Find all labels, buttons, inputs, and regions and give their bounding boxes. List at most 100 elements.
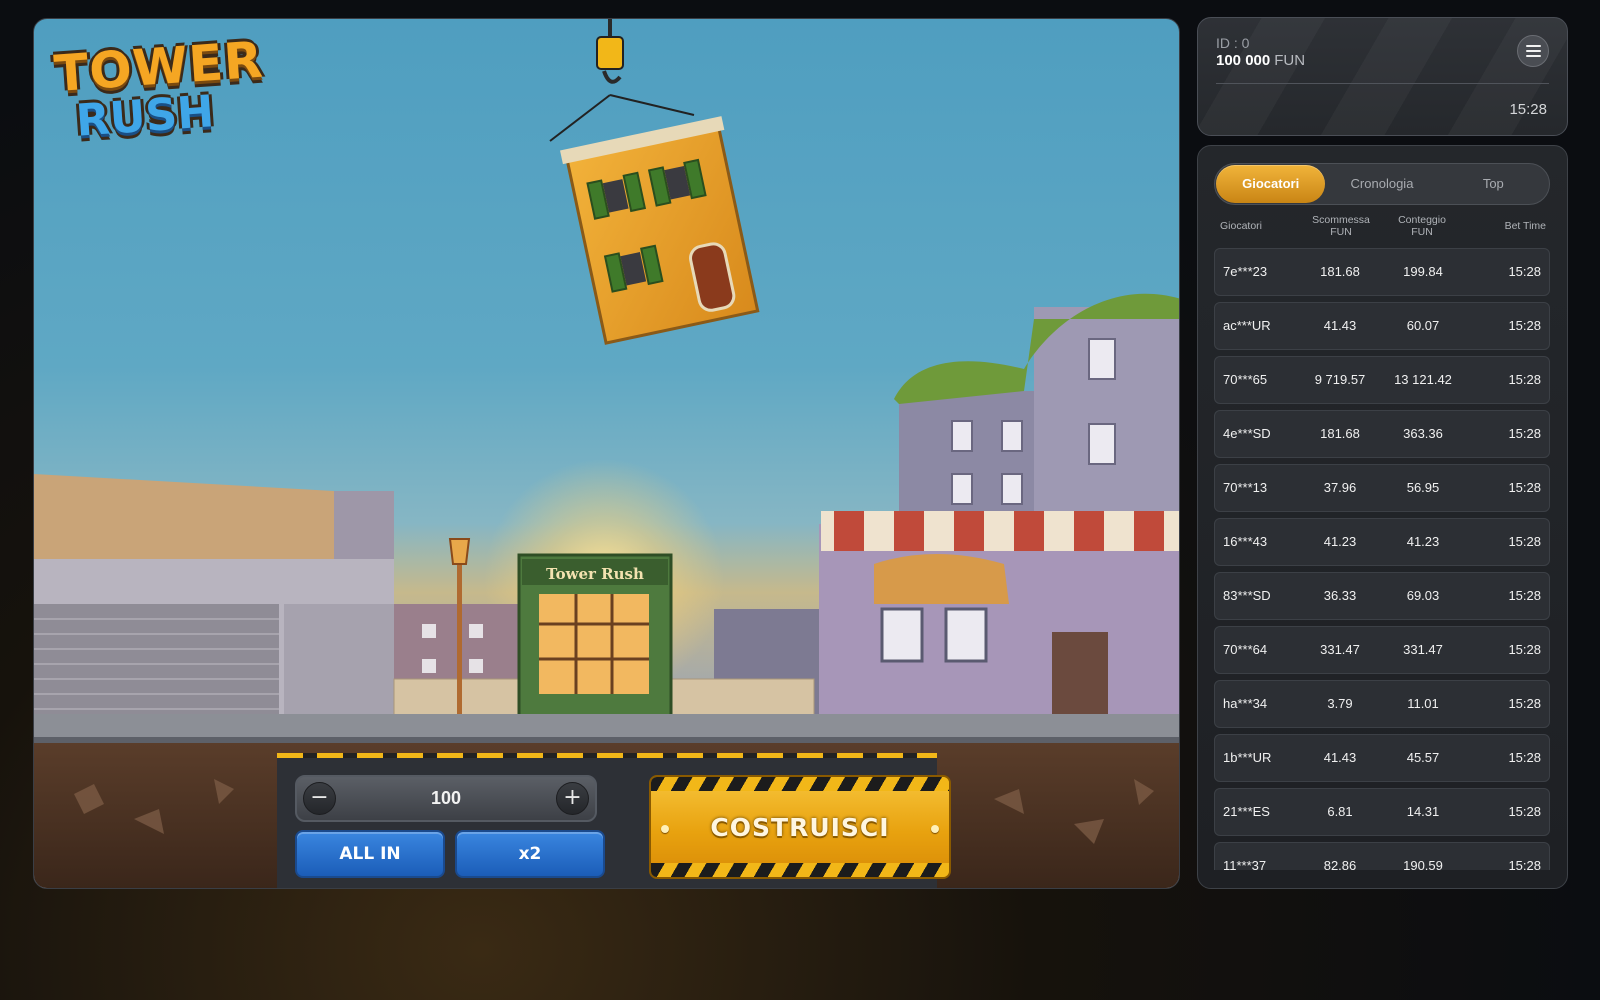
bet-time: 15:28	[1508, 534, 1541, 549]
table-row: 16***43 41.23 41.23 15:28	[1214, 518, 1550, 566]
player-name: 11***37	[1223, 858, 1267, 870]
divider	[1216, 83, 1549, 84]
count-value: 190.59	[1403, 858, 1443, 870]
bet-amount-stepper[interactable]: − 100 +	[295, 775, 597, 822]
balance-value: 100 000	[1216, 52, 1271, 69]
bet-value: 41.43	[1323, 750, 1357, 765]
player-name: ha***34	[1223, 696, 1268, 711]
bet-time: 15:28	[1508, 480, 1541, 495]
table-header: Giocatori Scommessa FUN Conteggio FUN Bet …	[1214, 214, 1550, 242]
table-row: 4e***SD 181.68 363.36 15:28	[1214, 410, 1550, 458]
player-name: 70***13	[1223, 480, 1268, 495]
panel-tabs: Giocatori Cronologia Top	[1214, 163, 1550, 205]
balance-currency: FUN	[1274, 52, 1306, 69]
bet-value: 41.23	[1323, 534, 1357, 549]
count-value: 14.31	[1406, 804, 1440, 819]
column-header-time: Bet Time	[1504, 220, 1546, 232]
shop-sign: Tower Rush	[546, 565, 644, 583]
bet-time: 15:28	[1508, 426, 1541, 441]
column-header-count: Conteggio FUN	[1398, 214, 1446, 238]
tab-giocatori[interactable]: Giocatori	[1216, 165, 1326, 203]
count-value: 199.84	[1403, 264, 1443, 279]
bet-value: 9 719.57	[1314, 372, 1366, 387]
bet-control-panel: − 100 + ALL IN x2 COSTRUISCI	[277, 753, 951, 888]
game-area[interactable]: Tower Rush TOWER RUSH − 100 + ALL IN x2 …	[33, 18, 1180, 889]
bet-value: 181.68	[1320, 264, 1360, 279]
account-balance: 100 000 FUN	[1216, 52, 1305, 69]
bet-time: 15:28	[1508, 372, 1541, 387]
build-button[interactable]: COSTRUISCI	[649, 775, 951, 879]
bet-time: 15:28	[1508, 318, 1541, 333]
bet-value: 3.79	[1327, 696, 1353, 711]
bet-value: 36.33	[1323, 588, 1357, 603]
player-name: 16***43	[1223, 534, 1268, 549]
bet-time: 15:28	[1508, 642, 1541, 657]
table-row: 11***37 82.86 190.59 15:28	[1214, 842, 1550, 870]
tower-rush-logo: TOWER RUSH	[52, 31, 265, 153]
player-name: ac***UR	[1223, 318, 1271, 333]
table-row: 21***ES 6.81 14.31 15:28	[1214, 788, 1550, 836]
bet-time: 15:28	[1508, 588, 1541, 603]
player-name: 70***65	[1223, 372, 1268, 387]
hazard-stripe-top	[651, 777, 949, 791]
player-name: 83***SD	[1223, 588, 1271, 603]
bet-time: 15:28	[1508, 696, 1541, 711]
bet-time: 15:28	[1508, 858, 1541, 870]
count-value: 11.01	[1407, 696, 1439, 711]
logo-line-2: RUSH	[74, 86, 216, 147]
table-row: ac***UR 41.43 60.07 15:28	[1214, 302, 1550, 350]
table-row: 70***64 331.47 331.47 15:28	[1214, 626, 1550, 674]
bet-value: 82.86	[1323, 858, 1357, 870]
player-name: 7e***23	[1223, 264, 1268, 279]
count-value: 363.36	[1403, 426, 1443, 441]
count-value: 45.57	[1406, 750, 1440, 765]
count-value: 41.23	[1406, 534, 1440, 549]
tab-cronologia[interactable]: Cronologia	[1327, 165, 1436, 203]
player-name: 1b***UR	[1223, 750, 1272, 765]
bet-value: 41.43	[1323, 318, 1357, 333]
count-value: 56.95	[1406, 480, 1440, 495]
player-name: 21***ES	[1223, 804, 1270, 819]
bet-value: 331.47	[1320, 642, 1360, 657]
table-row: 70***65 9 719.57 13 121.42 15:28	[1214, 356, 1550, 404]
bet-value: 181.68	[1320, 426, 1360, 441]
account-panel: ID : 0 100 000 FUN 15:28	[1197, 17, 1568, 136]
table-row: 1b***UR 41.43 45.57 15:28	[1214, 734, 1550, 782]
hamburger-menu-icon[interactable]	[1517, 35, 1549, 67]
players-list[interactable]: 7e***23 181.68 199.84 15:28 ac***UR 41.43 60.…	[1214, 248, 1550, 870]
column-header-bet: Scommessa FUN	[1312, 214, 1370, 238]
player-name: 70***64	[1223, 642, 1268, 657]
bet-value: 6.81	[1327, 804, 1353, 819]
all-in-button[interactable]: ALL IN	[295, 830, 445, 878]
count-value: 331.47	[1403, 642, 1443, 657]
striped-awning	[821, 511, 1179, 551]
players-panel: Giocatori Cronologia Top Giocatori Scomm…	[1197, 145, 1568, 889]
player-name: 4e***SD	[1223, 426, 1271, 441]
table-row: ha***34 3.79 11.01 15:28	[1214, 680, 1550, 728]
decrease-bet-button[interactable]: −	[303, 782, 336, 815]
hanging-house-block	[560, 116, 760, 345]
hazard-stripe-bottom	[651, 863, 949, 877]
crane-hook	[549, 19, 695, 142]
double-bet-button[interactable]: x2	[455, 830, 605, 878]
bet-time: 15:28	[1508, 804, 1541, 819]
count-value: 60.07	[1406, 318, 1440, 333]
build-button-label: COSTRUISCI	[710, 813, 890, 842]
bet-time: 15:28	[1508, 750, 1541, 765]
rivet-right	[931, 825, 939, 833]
increase-bet-button[interactable]: +	[555, 782, 589, 815]
right-apartments	[819, 293, 1179, 759]
bet-value: 37.96	[1323, 480, 1357, 495]
table-row: 70***13 37.96 56.95 15:28	[1214, 464, 1550, 512]
count-value: 69.03	[1406, 588, 1440, 603]
table-row: 7e***23 181.68 199.84 15:28	[1214, 248, 1550, 296]
bet-amount-value[interactable]: 100	[431, 788, 461, 809]
account-id: ID : 0	[1216, 35, 1250, 51]
tower-rush-shop: Tower Rush	[517, 553, 673, 719]
count-value: 13 121.42	[1394, 372, 1452, 387]
clock-time: 15:28	[1509, 101, 1547, 118]
tab-top[interactable]: Top	[1439, 165, 1548, 203]
bet-time: 15:28	[1508, 264, 1541, 279]
table-row: 83***SD 36.33 69.03 15:28	[1214, 572, 1550, 620]
column-header-player: Giocatori	[1220, 220, 1263, 232]
